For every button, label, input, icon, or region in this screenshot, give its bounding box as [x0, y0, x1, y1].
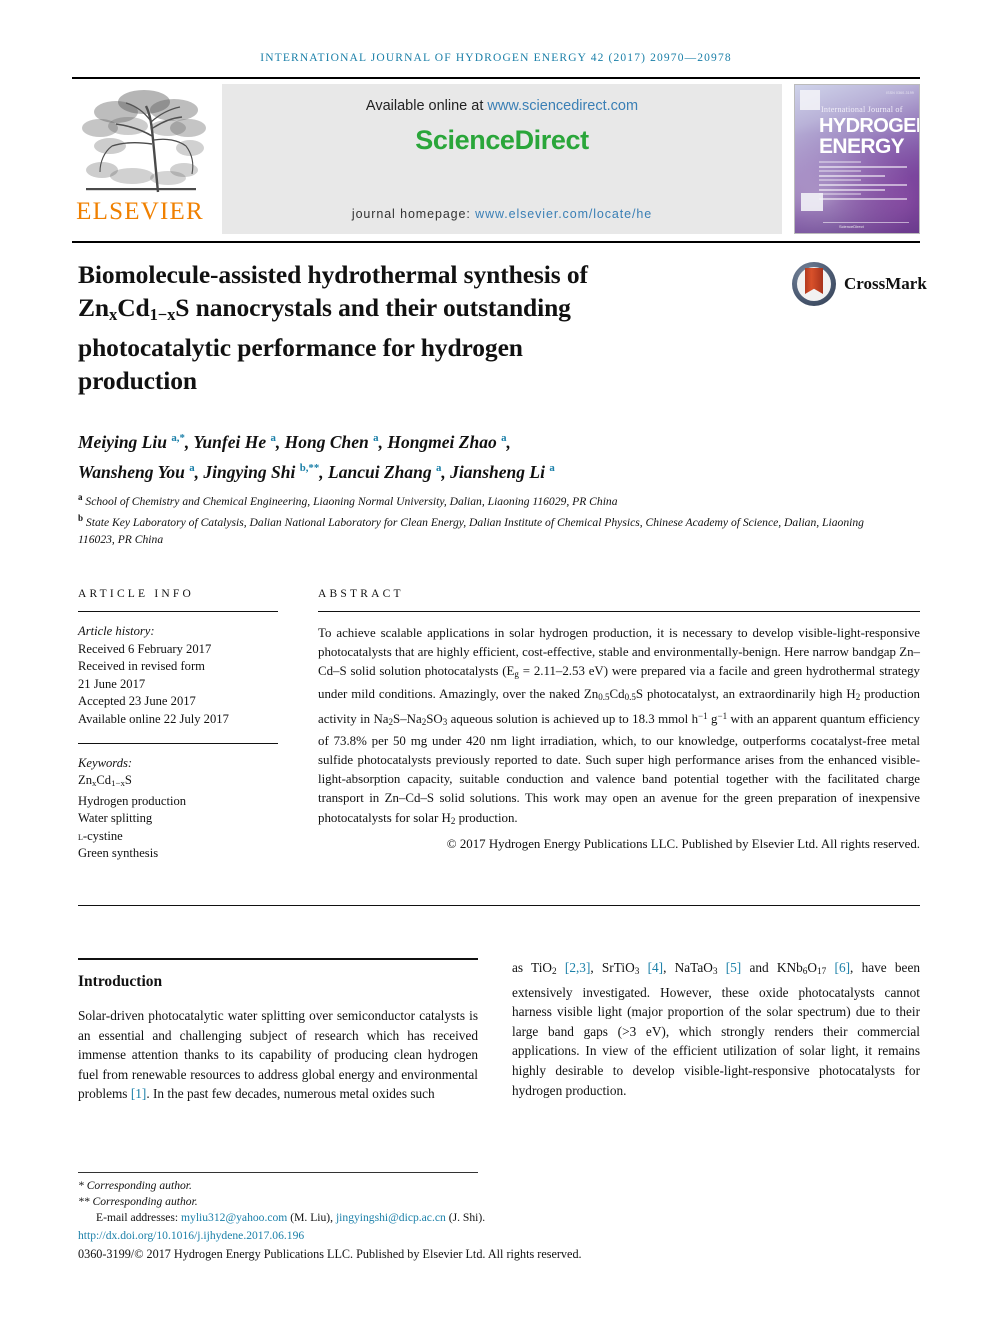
author-line-1: Meiying Liu a,*, Yunfei He a, Hong Chen …	[78, 431, 511, 452]
keywords-label: Keywords:	[78, 755, 133, 770]
keyword-item: Water splitting	[78, 811, 153, 826]
sciencedirect-logo-direct: Direct	[514, 125, 590, 155]
body-column-right: as TiO2 [2,3], SrTiO3 [4], NaTaO3 [5] an…	[512, 958, 920, 1100]
affiliation-b: b State Key Laboratory of Catalysis, Dal…	[78, 513, 864, 546]
abstract-column: ABSTRACT To achieve scalable application…	[318, 588, 920, 854]
title-line-2-zn: Zn	[78, 293, 109, 322]
email-addresses-line: E-mail addresses: myliu312@yahoo.com (M.…	[78, 1210, 920, 1226]
crossmark-label: CrossMark	[844, 274, 927, 293]
introduction-heading: Introduction	[78, 973, 163, 990]
title-sub-1minusx: 1−x	[149, 305, 176, 325]
article-history-label: Article history:	[78, 624, 155, 638]
article-received: Received 6 February 2017	[78, 641, 212, 656]
cover-publisher-name: ScienceDirect	[839, 224, 864, 229]
journal-homepage-link[interactable]: www.elsevier.com/locate/he	[475, 207, 652, 221]
affiliation-a: a School of Chemistry and Chemical Engin…	[78, 492, 618, 508]
journal-homepage-label: journal homepage:	[351, 207, 476, 221]
article-info-column: ARTICLE INFO Article history: Received 6…	[78, 588, 278, 863]
cover-title-line1: International Journal of	[821, 105, 903, 114]
introduction-rule	[78, 958, 478, 960]
corresponding-author-note-2: ** Corresponding author.	[78, 1195, 198, 1209]
issn-copyright-line: 0360-3199/© 2017 Hydrogen Energy Publica…	[78, 1246, 582, 1261]
footer-rule	[78, 1172, 478, 1173]
paper-page: International Journal of Hydrogen Energy…	[0, 0, 992, 1323]
abstract-rule	[318, 611, 920, 612]
title-line-2-cd: Cd	[117, 293, 150, 322]
article-accepted: Accepted 23 June 2017	[78, 694, 196, 709]
page-footer: * Corresponding author. ** Corresponding…	[78, 1178, 920, 1262]
introduction-paragraph-right: as TiO2 [2,3], SrTiO3 [4], NaTaO3 [5] an…	[512, 960, 920, 1098]
elsevier-wordmark: ELSEVIER	[76, 198, 204, 225]
article-info-rule	[78, 611, 278, 612]
sciencedirect-logo-science: Science	[415, 125, 515, 155]
title-line-1: Biomolecule-assisted hydrothermal synthe…	[78, 260, 588, 289]
corresponding-author-note-1: * Corresponding author.	[78, 1179, 192, 1192]
masthead: ELSEVIER Available online at www.science…	[72, 77, 920, 239]
masthead-bottom-rule	[72, 241, 920, 243]
cover-issn: ISSN 0360-3199	[886, 91, 914, 95]
running-head: International Journal of Hydrogen Energy…	[260, 52, 732, 64]
article-history: Article history: Received 6 February 201…	[78, 623, 278, 729]
article-revised-label: Received in revised form	[78, 659, 205, 674]
email-addresses-label: E-mail addresses:	[96, 1211, 181, 1225]
title-line-4: production	[78, 366, 197, 396]
article-available-online: Available online 22 July 2017	[78, 711, 229, 726]
crossmark-badge[interactable]: CrossMark	[792, 262, 927, 314]
abstract-heading: ABSTRACT	[318, 588, 404, 600]
cover-footer-rule	[823, 221, 909, 223]
cover-publisher-mark	[800, 90, 820, 110]
email-name-shi: (J. Shi).	[445, 1211, 486, 1225]
page-title: Biomolecule-assisted hydrothermal synthe…	[78, 258, 778, 397]
keyword-item: Green synthesis	[78, 846, 159, 861]
email-link-liu[interactable]: myliu312@yahoo.com	[181, 1211, 287, 1224]
journal-homepage-line: journal homepage: www.elsevier.com/locat…	[222, 207, 782, 221]
email-name-liu: (M. Liu),	[287, 1211, 336, 1225]
available-online-line: Available online at www.sciencedirect.co…	[222, 84, 782, 114]
keywords-block: Keywords: ZnxCd1−xS Hydrogen production …	[78, 755, 278, 864]
crossmark-icon	[792, 262, 836, 306]
abstract-copyright: © 2017 Hydrogen Energy Publications LLC.…	[446, 836, 920, 851]
doi-link[interactable]: http://dx.doi.org/10.1016/j.ijhydene.201…	[78, 1228, 920, 1244]
abstract-bottom-rule	[78, 905, 920, 906]
keyword-item: ZnxCd1−xS	[78, 773, 132, 789]
title-line-2-rest: S nanocrystals and their outstanding	[175, 293, 571, 322]
elsevier-tree-icon	[82, 90, 206, 193]
author-list: Meiying Liu a,*, Yunfei He a, Hong Chen …	[78, 425, 878, 485]
abstract-body: To achieve scalable applications in sola…	[318, 626, 921, 826]
sciencedirect-url-link[interactable]: www.sciencedirect.com	[487, 98, 638, 114]
sciencedirect-logo[interactable]: ScienceDirect	[222, 125, 782, 156]
elsevier-logo: ELSEVIER	[72, 84, 208, 236]
article-revised-date: 21 June 2017	[78, 676, 146, 691]
author-line-2: Wansheng You a, Jingying Shi b,**, Lancu…	[78, 461, 555, 482]
cover-title-line3: ENERGY	[819, 135, 905, 158]
title-block: Biomolecule-assisted hydrothermal synthe…	[78, 258, 778, 397]
cover-editor-lines	[819, 161, 911, 202]
journal-cover-image: ISSN 0360-3199 International Journal of …	[794, 84, 920, 234]
keywords-rule	[78, 742, 278, 744]
email-link-shi[interactable]: jingyingshi@dicp.ac.cn	[336, 1211, 446, 1224]
cover-ihe-logo	[801, 193, 823, 211]
affiliation-list: a School of Chemistry and Chemical Engin…	[78, 489, 878, 548]
body-column-left: Introduction Solar-driven photocatalytic…	[78, 958, 478, 1104]
article-info-heading: ARTICLE INFO	[78, 588, 194, 600]
keyword-item: l-cystine	[78, 828, 123, 843]
available-online-label: Available online at	[365, 98, 488, 114]
sciencedirect-banner: Available online at www.sciencedirect.co…	[222, 84, 782, 234]
keyword-item: Hydrogen production	[78, 793, 187, 808]
introduction-paragraph-left: Solar-driven photocatalytic water splitt…	[78, 1008, 478, 1102]
title-sub-x: x	[109, 305, 118, 325]
title-line-3: photocatalytic performance for hydrogen	[78, 333, 523, 363]
